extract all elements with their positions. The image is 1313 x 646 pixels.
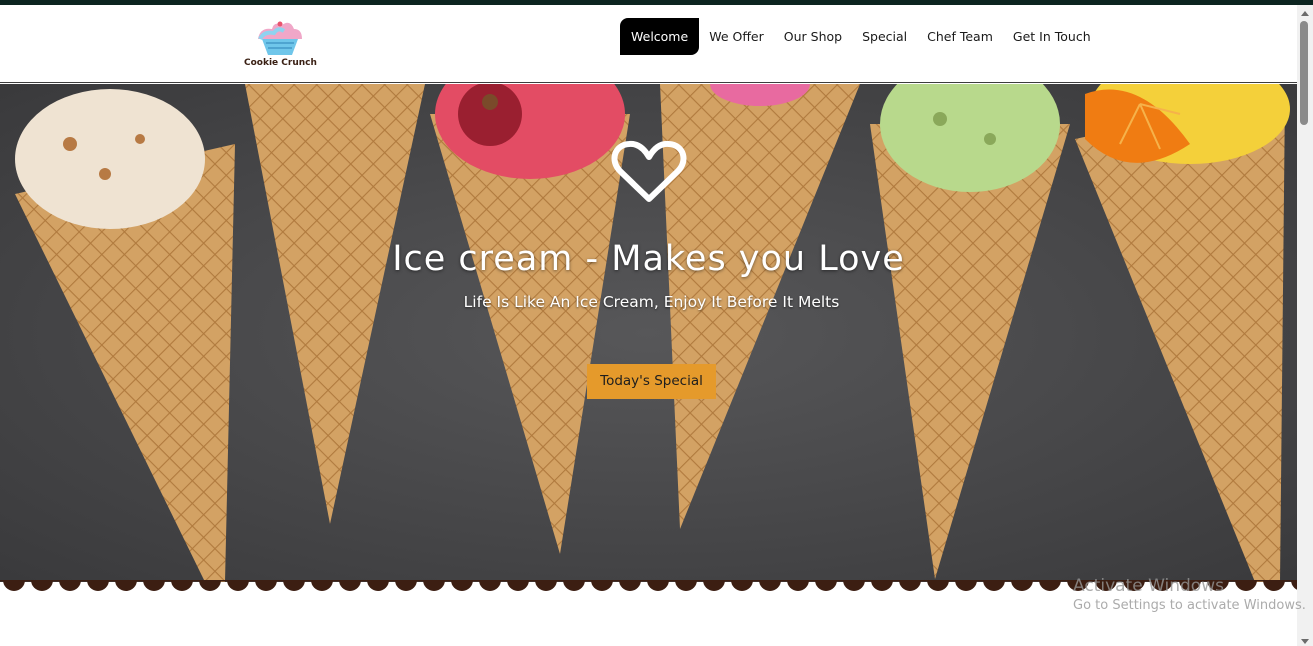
hero-subtitle: Life Is Like An Ice Cream, Enjoy It Befo…	[463, 293, 840, 311]
cupcake-logo-icon	[258, 21, 302, 55]
scallop-shape	[703, 580, 725, 591]
scallop-shape	[731, 580, 753, 591]
scallop-shape	[339, 580, 361, 591]
nav-special[interactable]: Special	[852, 18, 917, 55]
scallop-shape	[591, 580, 613, 591]
scroll-thumb[interactable]	[1300, 21, 1308, 125]
nav-chef-team[interactable]: Chef Team	[917, 18, 1003, 55]
activate-windows-watermark: Activate Windows Go to Settings to activ…	[1073, 576, 1306, 613]
hero-banner: Ice cream - Makes you Love Life Is Like …	[0, 84, 1297, 582]
main-nav: Welcome We Offer Our Shop Special Chef T…	[620, 18, 1101, 55]
nav-welcome[interactable]: Welcome	[620, 18, 700, 55]
scallop-shape	[927, 580, 949, 591]
scallop-shape	[255, 580, 277, 591]
scallop-shape	[535, 580, 557, 591]
scallop-shape	[395, 580, 417, 591]
scallop-shape	[87, 580, 109, 591]
scallop-shape	[143, 580, 165, 591]
site-header: Cookie Crunch Welcome We Offer Our Shop …	[0, 5, 1297, 83]
scallop-shape	[983, 580, 1005, 591]
nav-our-shop[interactable]: Our Shop	[774, 18, 852, 55]
scallop-shape	[283, 580, 305, 591]
scallop-shape	[31, 580, 53, 591]
scallop-shape	[227, 580, 249, 591]
scallop-shape	[815, 580, 837, 591]
scallop-shape	[563, 580, 585, 591]
scallop-shape	[675, 580, 697, 591]
scallop-shape	[59, 580, 81, 591]
scallop-shape	[1011, 580, 1033, 591]
scallop-shape	[199, 580, 221, 591]
todays-special-button[interactable]: Today's Special	[587, 364, 716, 399]
scallop-shape	[871, 580, 893, 591]
heart-icon	[611, 140, 687, 202]
scallop-shape	[451, 580, 473, 591]
scallop-shape	[115, 580, 137, 591]
page-scrollbar[interactable]	[1297, 5, 1313, 646]
scallop-shape	[507, 580, 529, 591]
scallop-shape	[843, 580, 865, 591]
scroll-up-arrow-icon[interactable]	[1301, 11, 1309, 16]
watermark-subtitle: Go to Settings to activate Windows.	[1073, 598, 1306, 613]
watermark-title: Activate Windows	[1073, 576, 1224, 596]
scallop-shape	[955, 580, 977, 591]
nav-we-offer[interactable]: We Offer	[699, 18, 774, 55]
scallop-shape	[311, 580, 333, 591]
brand-name: Cookie Crunch	[244, 58, 317, 68]
hero-title: Ice cream - Makes you Love	[392, 239, 905, 279]
scallop-shape	[1039, 580, 1061, 591]
scroll-down-arrow-icon[interactable]	[1301, 639, 1309, 644]
brand-logo[interactable]: Cookie Crunch	[244, 17, 317, 71]
scallop-shape	[479, 580, 501, 591]
scallop-shape	[647, 580, 669, 591]
scallop-shape	[171, 580, 193, 591]
scallop-shape	[367, 580, 389, 591]
scallop-shape	[423, 580, 445, 591]
scallop-shape	[619, 580, 641, 591]
nav-get-in-touch[interactable]: Get In Touch	[1003, 18, 1101, 55]
scallop-shape	[759, 580, 781, 591]
scallop-shape	[899, 580, 921, 591]
scallop-shape	[3, 580, 25, 591]
scallop-shape	[787, 580, 809, 591]
